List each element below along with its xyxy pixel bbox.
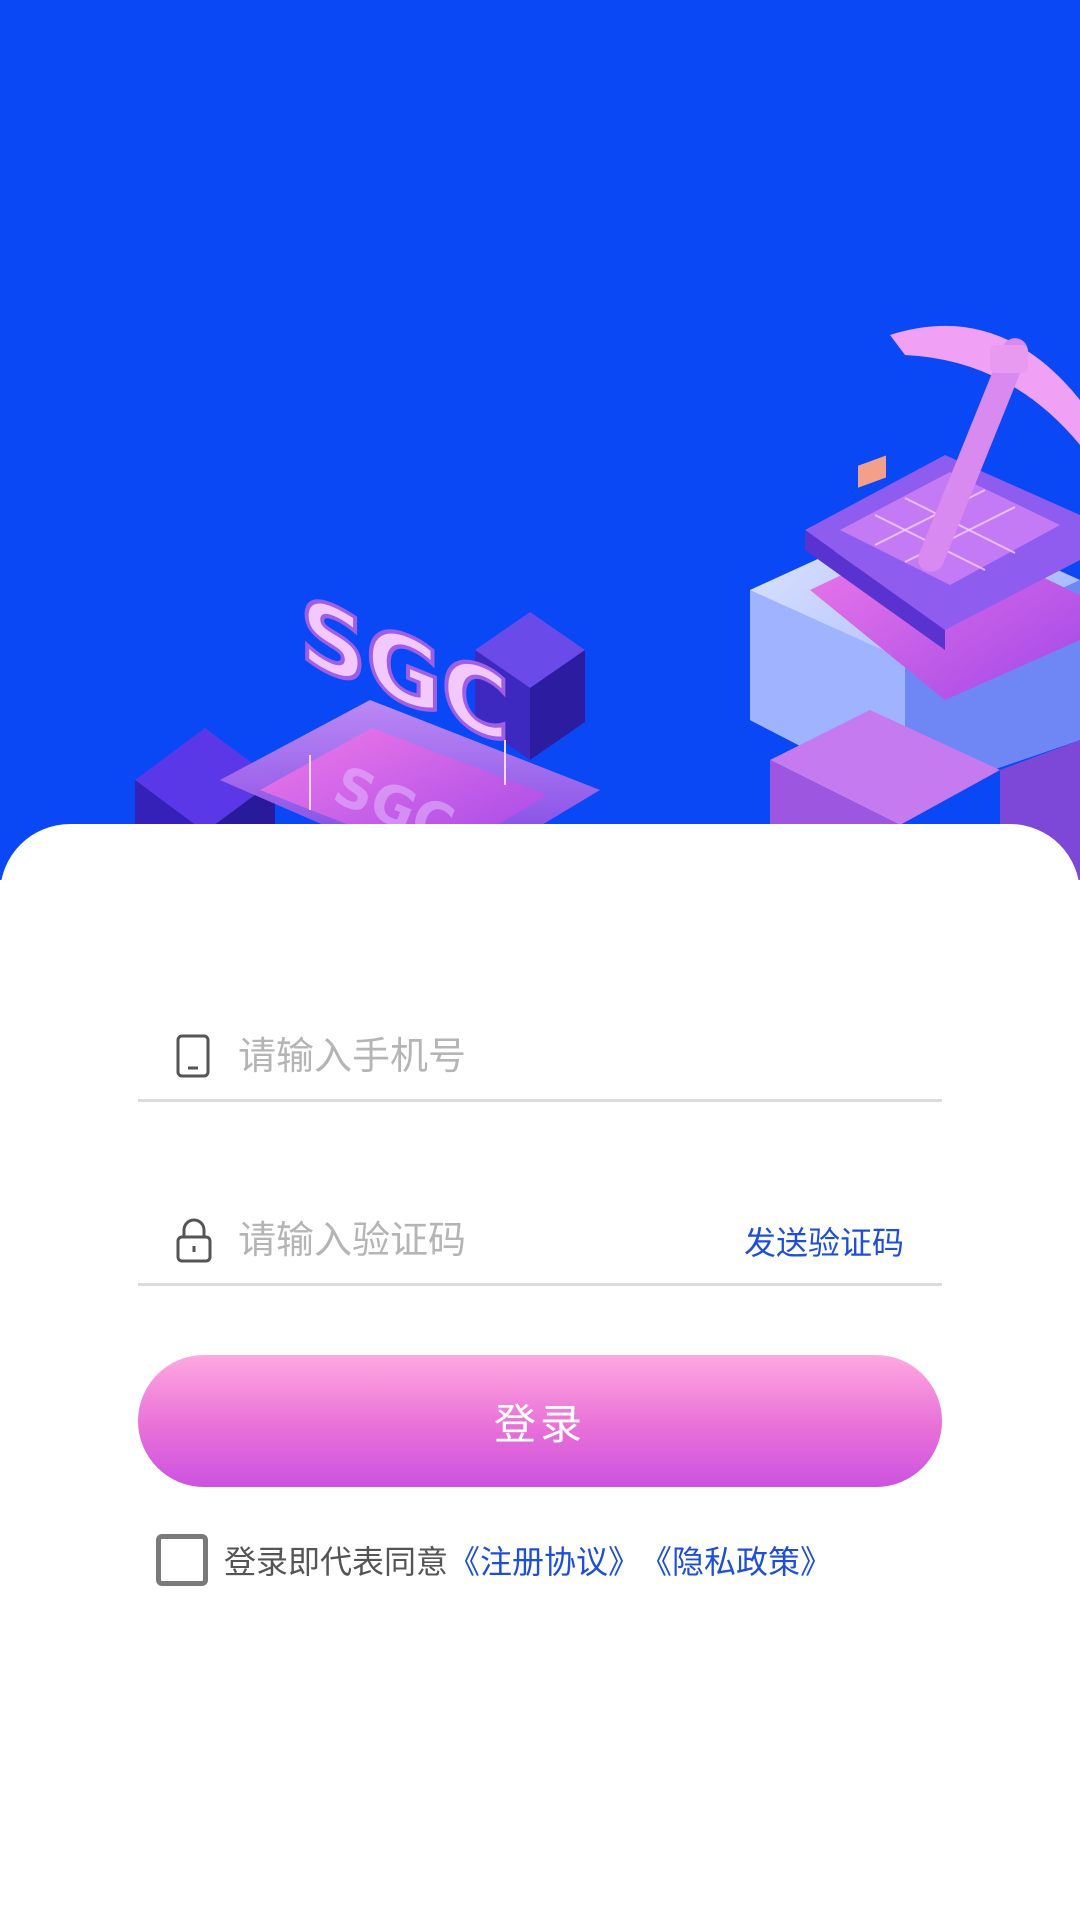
lock-icon xyxy=(176,1218,212,1263)
agreement-row: 登录即代表同意 《注册协议》 《隐私政策》 xyxy=(156,1530,832,1590)
agreement-prefix: 登录即代表同意 xyxy=(224,1543,449,1581)
terms-link[interactable]: 《注册协议》 xyxy=(448,1537,640,1583)
agreement-checkbox[interactable] xyxy=(156,1534,208,1586)
login-button[interactable]: 登录 xyxy=(138,1355,942,1487)
hero-illustration: SGC SGC xyxy=(135,325,1080,880)
code-input[interactable] xyxy=(238,1205,698,1275)
send-code-button[interactable]: 发送验证码 xyxy=(744,1213,904,1273)
phone-input[interactable] xyxy=(238,1021,698,1091)
phone-icon xyxy=(176,1034,210,1078)
phone-field xyxy=(138,999,942,1102)
login-page: SGC SGC 请输入手机号 请输入验证码 发送验证码 登录 登录即代表同意 《… xyxy=(0,0,1080,1920)
code-field: 发送验证码 xyxy=(138,1183,942,1286)
privacy-link[interactable]: 《隐私政策》 xyxy=(640,1537,832,1583)
login-card: 发送验证码 登录 登录即代表同意 《注册协议》 《隐私政策》 xyxy=(0,824,1080,1920)
hero-banner: SGC SGC xyxy=(0,0,1080,880)
